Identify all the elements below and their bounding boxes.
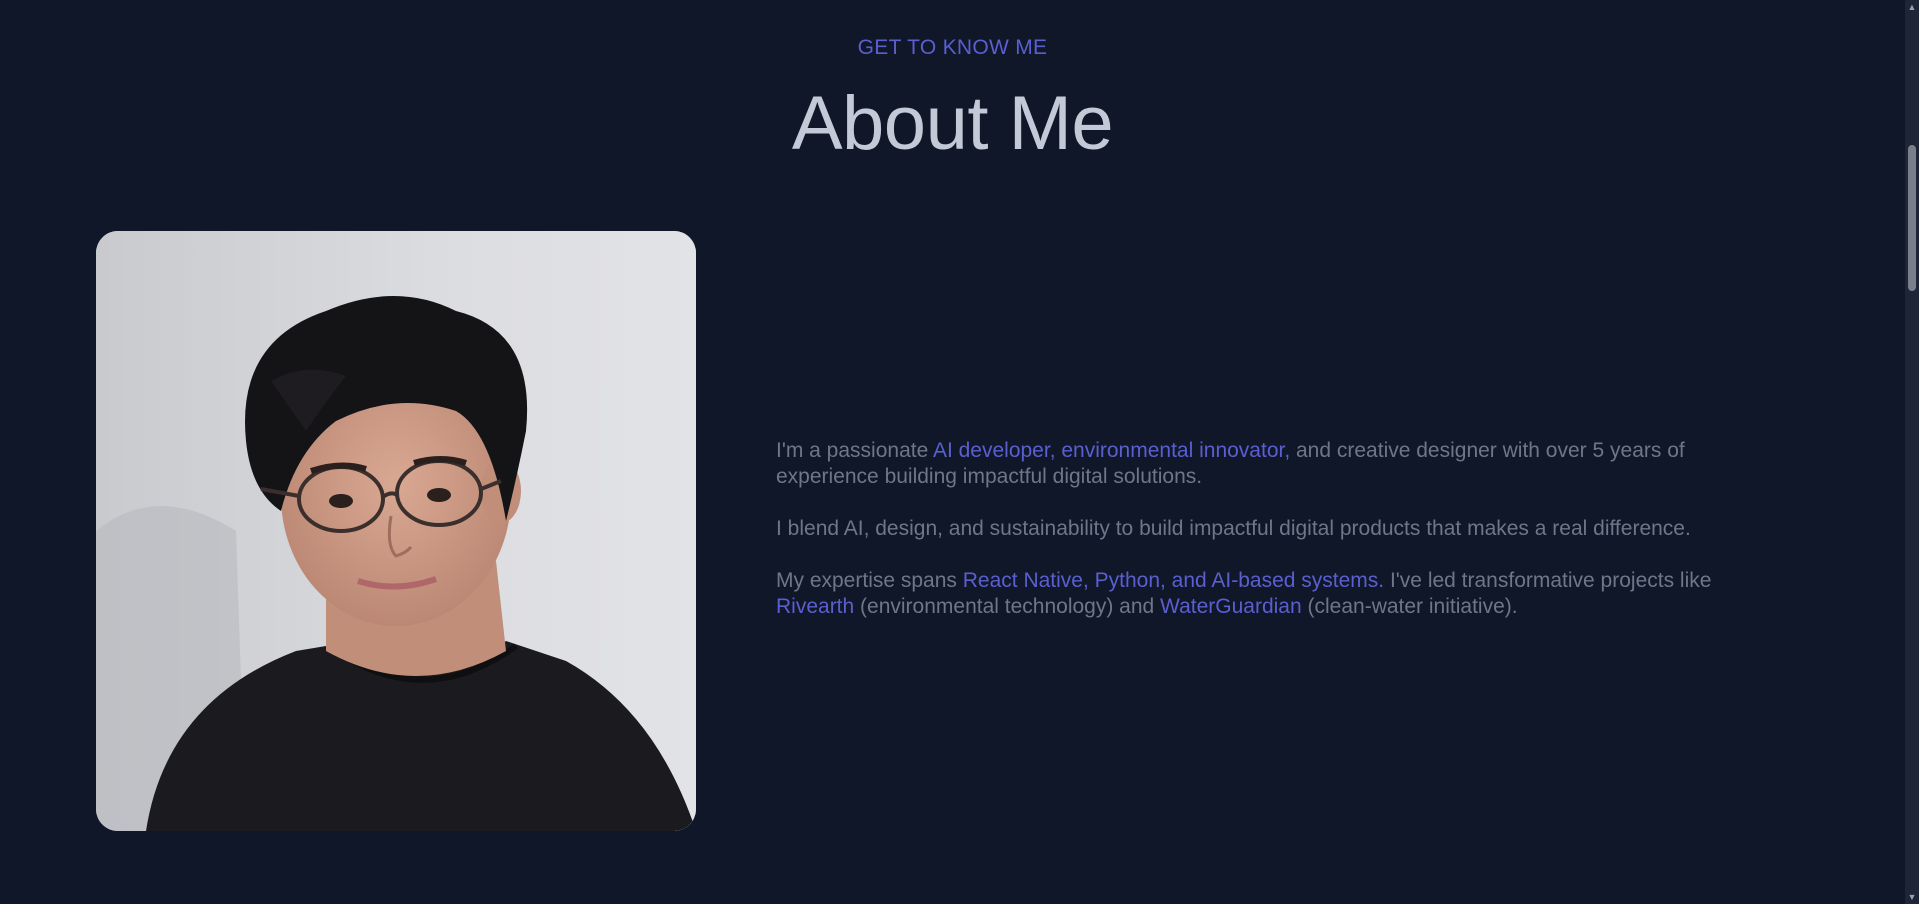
project-rivearth: Rivearth <box>776 595 855 618</box>
bio-paragraph-2: I blend AI, design, and sustainability t… <box>776 517 1691 540</box>
bio-text: I'm a passionate AI developer, environme… <box>776 438 1776 646</box>
profile-photo <box>96 231 696 831</box>
bio-p1-text: I'm a passionate <box>776 439 933 462</box>
arrow-down-icon[interactable]: ▼ <box>1905 890 1919 904</box>
portrait-photo-icon <box>96 231 696 831</box>
bio-paragraph-3: My expertise spans React Native, Python,… <box>776 568 1776 620</box>
bio-p1-highlight: AI developer, environmental innovator, <box>932 439 1291 462</box>
page-scrollbar[interactable]: ▲ ▼ <box>1905 0 1919 904</box>
scrollbar-thumb[interactable] <box>1908 145 1916 291</box>
about-section: GET TO KNOW ME About Me I'm a passionate… <box>0 0 1919 904</box>
bio-p3-project2-desc: (clean-water initiative). <box>1301 595 1518 618</box>
bio-p3-skills-highlight: React Native, Python, and AI-based syste… <box>962 569 1385 592</box>
project-waterguardian: WaterGuardian <box>1160 595 1302 618</box>
section-eyebrow: GET TO KNOW ME <box>857 36 1048 59</box>
arrow-up-icon[interactable]: ▲ <box>1905 0 1919 14</box>
bio-paragraph-1: I'm a passionate AI developer, environme… <box>776 438 1776 490</box>
section-title: About Me <box>791 81 1114 166</box>
bio-p3-text-middle: I've led transformative projects like <box>1384 569 1712 592</box>
bio-p3-text: My expertise spans <box>776 569 963 592</box>
bio-p3-project1-desc: (environmental technology) and <box>854 595 1161 618</box>
